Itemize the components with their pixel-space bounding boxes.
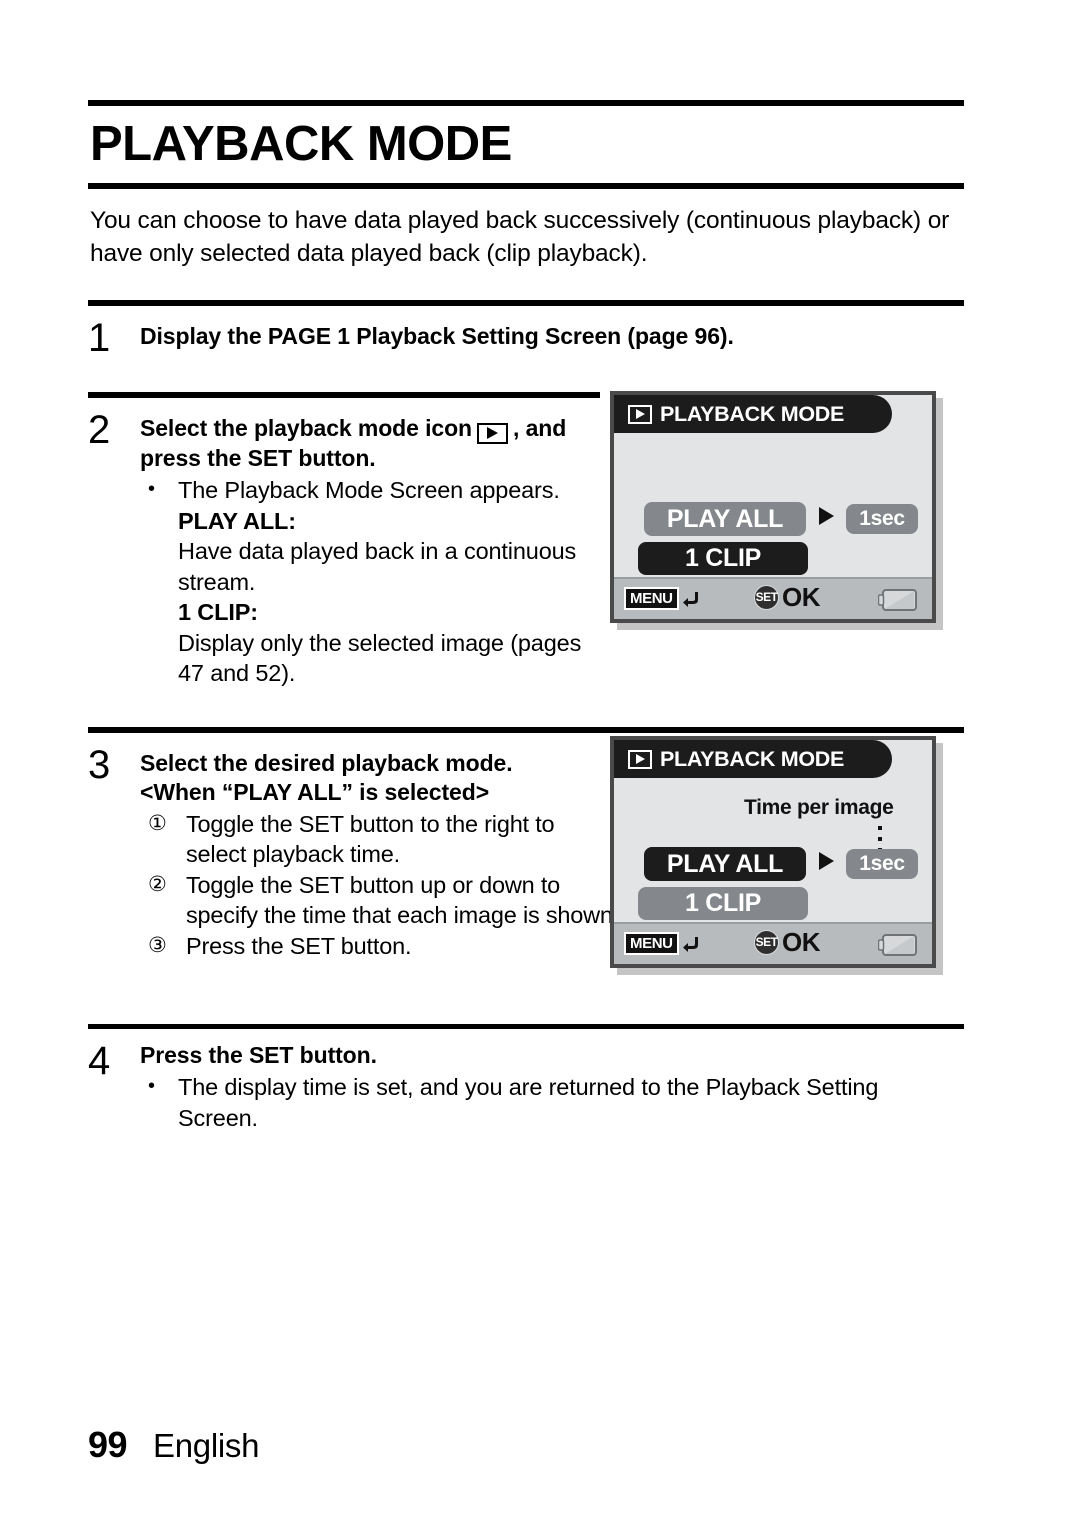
- step-2-term-1: PLAY ALL:: [178, 507, 296, 534]
- step-3-substep-2: ② Toggle the SET button up or down to sp…: [140, 870, 620, 931]
- lcd1-set-control[interactable]: SET OK: [754, 582, 821, 612]
- step-4-section: 4 Press the SET button. • The display ti…: [88, 1023, 964, 1134]
- step-4-heading: Press the SET button.: [140, 1041, 377, 1068]
- circled-number-3-icon: ③: [148, 933, 167, 957]
- title-block: PLAYBACK MODE: [88, 0, 964, 189]
- lcd-screen-step3: PLAYBACK MODE Time per image PLAY ALL 1s…: [610, 736, 936, 968]
- manual-page: PLAYBACK MODE You can choose to have dat…: [88, 0, 964, 1526]
- lcd2-set-control[interactable]: SET OK: [754, 927, 821, 957]
- step-2-term-1-row: PLAY ALL:: [140, 506, 610, 537]
- return-arrow-icon: [682, 589, 702, 609]
- step-2-term-2: 1 CLIP:: [178, 599, 258, 626]
- circled-number-2-icon: ②: [148, 872, 167, 896]
- intro-paragraph: You can choose to have data played back …: [90, 207, 950, 267]
- time-per-image-annotation: Time per image: [744, 796, 894, 819]
- circled-number-1-icon: ①: [148, 811, 167, 835]
- rule-above-title: [88, 100, 964, 106]
- lcd1-bottom-bar: MENU SET OK: [614, 577, 932, 619]
- step-3-substep-2-text: Toggle the SET button up or down to spec…: [186, 871, 620, 929]
- step-2-heading-part1: Select the playback mode icon: [140, 415, 472, 442]
- step-2-bullet-text: The Playback Mode Screen appears.: [178, 477, 560, 504]
- set-icon: SET: [754, 584, 779, 610]
- step-1-section: 1 Display the PAGE 1 Playback Setting Sc…: [88, 300, 964, 358]
- step-3-substep-1-text: Toggle the SET button to the right to se…: [186, 810, 555, 868]
- step-3-heading-line1: Select the desired playback mode.: [140, 749, 513, 776]
- lcd1-ok-label: OK: [782, 582, 821, 612]
- lcd2-title: PLAYBACK MODE: [660, 746, 845, 771]
- step-2-desc-1-row: Have data played back in a continuous st…: [140, 536, 610, 597]
- lcd-screen-step2: PLAYBACK MODE PLAY ALL 1sec 1 CLIP MENU …: [610, 391, 936, 623]
- lcd1-menu-control[interactable]: MENU: [624, 587, 702, 610]
- lcd2-menu-label: MENU: [624, 932, 679, 955]
- step-3-substeps: ① Toggle the SET button to the right to …: [140, 809, 620, 962]
- step-2-number: 2: [88, 408, 110, 453]
- step-2-bullet: • The Playback Mode Screen appears.: [140, 475, 610, 506]
- step-2-desc-2-row: Display only the selected image (pages 4…: [140, 628, 610, 689]
- step-4-bullet-text: The display time is set, and you are ret…: [178, 1073, 879, 1131]
- play-icon: [628, 404, 652, 424]
- step-3-substep-3: ③ Press the SET button.: [140, 931, 620, 962]
- step-2-desc-1: Have data played back in a continuous st…: [178, 538, 577, 595]
- lcd1-titlebar: PLAYBACK MODE: [614, 395, 892, 433]
- bullet-dot-icon: •: [148, 478, 155, 501]
- battery-icon: [877, 589, 918, 611]
- step-2-term-2-row: 1 CLIP:: [140, 597, 610, 628]
- lcd2-arrow-right-icon: [819, 852, 834, 870]
- set-icon: SET: [754, 929, 779, 955]
- lcd2-ok-label: OK: [782, 927, 821, 957]
- bullet-dot-icon: •: [148, 1074, 155, 1097]
- lcd2-titlebar: PLAYBACK MODE: [614, 740, 892, 778]
- playback-mode-icon: [477, 422, 508, 444]
- step-1-number: 1: [88, 316, 110, 361]
- play-icon: [628, 749, 652, 769]
- page-footer: 99 English: [88, 1424, 259, 1466]
- step-3-substep-1: ① Toggle the SET button to the right to …: [140, 809, 620, 870]
- lcd2-play-all-option[interactable]: PLAY ALL: [644, 847, 806, 881]
- lcd2-menu-control[interactable]: MENU: [624, 932, 702, 955]
- step-3-number: 3: [88, 742, 110, 787]
- step-4: 4 Press the SET button. • The display ti…: [88, 1029, 964, 1134]
- lcd1-title: PLAYBACK MODE: [660, 401, 845, 426]
- page-title: PLAYBACK MODE: [90, 117, 512, 171]
- step-1: 1 Display the PAGE 1 Playback Setting Sc…: [88, 306, 964, 358]
- lcd1-play-all-option[interactable]: PLAY ALL: [644, 502, 806, 536]
- lcd2-bottom-bar: MENU SET OK: [614, 922, 932, 964]
- lcd2-time-value[interactable]: 1sec: [846, 849, 918, 879]
- lcd1-arrow-right-icon: [819, 507, 834, 525]
- step-2-desc-2: Display only the selected image (pages 4…: [178, 629, 582, 687]
- step-4-number: 4: [88, 1038, 110, 1083]
- page-number: 99: [88, 1424, 128, 1465]
- step-3-substep-3-text: Press the SET button.: [186, 932, 412, 959]
- battery-icon: [877, 934, 918, 956]
- step-3-heading-line2: <When “PLAY ALL” is selected>: [140, 779, 490, 806]
- lcd1-time-value[interactable]: 1sec: [846, 504, 918, 534]
- step-2-heading: Select the playback mode icon, and press…: [140, 414, 610, 473]
- return-arrow-icon: [682, 934, 702, 954]
- lcd1-menu-label: MENU: [624, 587, 679, 610]
- language-label: English: [153, 1427, 260, 1464]
- rule-below-title: [88, 183, 964, 189]
- step-1-heading: Display the PAGE 1 Playback Setting Scre…: [140, 323, 734, 350]
- step-4-bullet: • The display time is set, and you are r…: [140, 1072, 964, 1133]
- lcd1-clip-option[interactable]: 1 CLIP: [638, 542, 808, 575]
- lcd2-clip-option[interactable]: 1 CLIP: [638, 887, 808, 920]
